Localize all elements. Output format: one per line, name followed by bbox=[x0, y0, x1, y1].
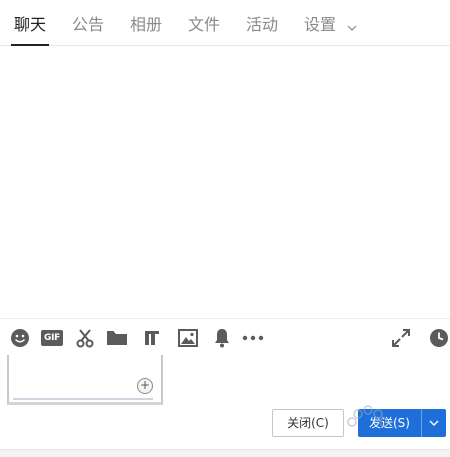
tab-settings[interactable]: 设置 bbox=[304, 14, 357, 38]
pasted-image-preview[interactable]: + bbox=[7, 355, 163, 405]
preview-content-strip bbox=[13, 398, 153, 400]
more-icon[interactable] bbox=[242, 327, 264, 349]
tab-bar: 聊天 公告 相册 文件 活动 设置 bbox=[0, 0, 450, 46]
tab-label: 公告 bbox=[72, 15, 105, 34]
tab-label: 活动 bbox=[246, 15, 279, 34]
tab-files[interactable]: 文件 bbox=[188, 14, 220, 38]
chevron-down-icon bbox=[347, 15, 357, 37]
gif-label: GIF bbox=[44, 333, 60, 343]
tab-album[interactable]: 相册 bbox=[130, 14, 162, 38]
tab-label: 聊天 bbox=[14, 15, 47, 34]
message-area[interactable] bbox=[0, 46, 450, 318]
send-button-label: 发送(S) bbox=[358, 409, 422, 437]
group-chat-window: 聊天 公告 相册 文件 活动 设置 GIF + 关闭(C) 发送(S) bbox=[0, 0, 450, 457]
emoji-icon[interactable] bbox=[9, 327, 31, 349]
tab-label: 设置 bbox=[304, 15, 337, 34]
tab-label: 文件 bbox=[188, 15, 221, 34]
chevron-down-icon[interactable] bbox=[422, 409, 446, 437]
tab-activity[interactable]: 活动 bbox=[246, 14, 278, 38]
tab-announcement[interactable]: 公告 bbox=[72, 14, 104, 38]
tab-chat[interactable]: 聊天 bbox=[10, 14, 50, 46]
close-button-label: 关闭(C) bbox=[287, 416, 329, 430]
expand-icon[interactable] bbox=[390, 327, 412, 349]
history-clock-icon[interactable] bbox=[428, 327, 450, 349]
zoom-in-icon[interactable]: + bbox=[137, 378, 153, 394]
image-icon[interactable] bbox=[177, 327, 199, 349]
toolbar-divider bbox=[0, 318, 450, 319]
send-button[interactable]: 发送(S) bbox=[358, 409, 446, 437]
folder-icon[interactable] bbox=[106, 327, 128, 349]
scissors-icon[interactable] bbox=[74, 327, 96, 349]
tab-label: 相册 bbox=[130, 15, 163, 34]
window-bottom-strip bbox=[0, 449, 450, 457]
close-button[interactable]: 关闭(C) bbox=[272, 409, 344, 437]
music-note-icon[interactable] bbox=[141, 327, 163, 349]
bell-icon[interactable] bbox=[211, 327, 233, 349]
gif-icon[interactable]: GIF bbox=[40, 327, 64, 349]
